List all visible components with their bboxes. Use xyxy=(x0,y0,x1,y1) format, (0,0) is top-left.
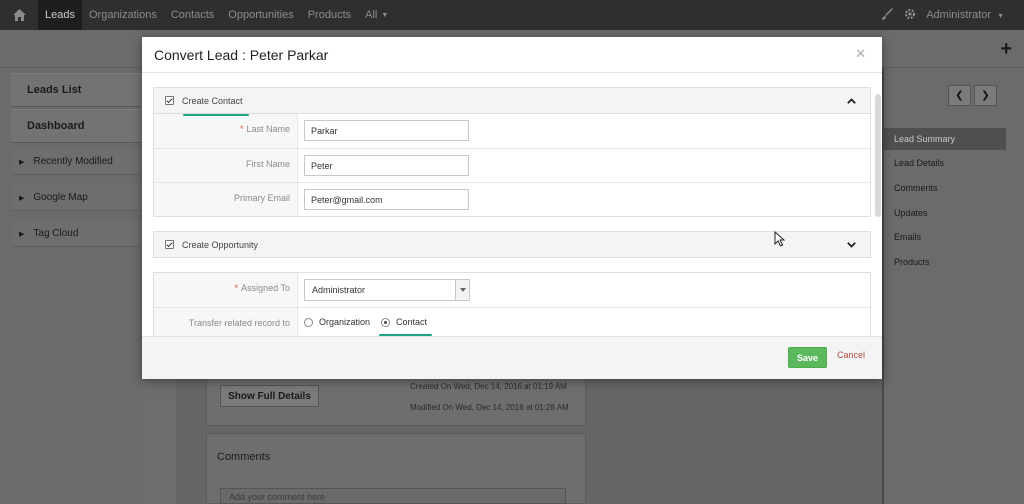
close-icon[interactable]: ✕ xyxy=(855,46,866,62)
field-row-last-name: * Last Name Parkar xyxy=(154,114,870,148)
modal-footer: Save Cancel xyxy=(142,336,882,379)
plus-icon[interactable]: + xyxy=(1000,38,1012,61)
convert-lead-modal: Convert Lead : Peter Parkar ✕ Create Con… xyxy=(142,37,882,379)
created-on-text: Created On Wed, Dec 14, 2016 at 01:19 AM xyxy=(410,382,567,391)
top-navigation: Leads Organizations Contacts Opportuniti… xyxy=(0,0,1024,30)
sidebar-leads-list[interactable]: Leads List xyxy=(11,73,142,107)
comments-title: Comments xyxy=(217,451,271,463)
sidebar-dashboard[interactable]: Dashboard xyxy=(11,109,142,143)
assigned-to-select[interactable]: Administrator xyxy=(304,279,470,301)
gear-icon[interactable] xyxy=(904,8,916,23)
nav-organizations[interactable]: Organizations xyxy=(82,0,164,30)
create-opportunity-checkbox[interactable] xyxy=(165,240,174,249)
record-pager: ❮ ❯ xyxy=(948,85,997,106)
primary-email-label: Primary Email xyxy=(154,183,298,216)
caret-right-icon: ▶ xyxy=(19,230,25,238)
organization-radio[interactable] xyxy=(304,317,313,327)
cancel-link[interactable]: Cancel xyxy=(837,350,865,360)
last-name-input[interactable]: Parkar xyxy=(304,120,469,141)
chevron-down-icon: ▼ xyxy=(381,11,389,19)
field-row-primary-email: Primary Email Peter@gmail.com xyxy=(154,182,870,216)
nav-all[interactable]: All ▼ xyxy=(358,0,395,30)
contact-radio[interactable] xyxy=(381,317,391,327)
mouse-cursor-icon xyxy=(774,230,786,250)
show-full-details-button[interactable]: Show Full Details xyxy=(220,385,319,407)
caret-right-icon: ▶ xyxy=(19,158,25,166)
widget-label: Google Map xyxy=(33,192,88,203)
right-panel-products[interactable]: Products xyxy=(884,251,1006,273)
highlight-underline-create-contact xyxy=(183,114,249,116)
nav-products[interactable]: Products xyxy=(301,0,358,30)
assigned-to-label: * Assigned To xyxy=(154,273,298,307)
next-record-button[interactable]: ❯ xyxy=(974,85,997,106)
field-row-transfer: Transfer related record to Organization … xyxy=(154,307,870,336)
primary-email-input[interactable]: Peter@gmail.com xyxy=(304,189,469,210)
home-icon[interactable] xyxy=(0,0,38,30)
sidebar-widget-google-map[interactable]: ▶ Google Map xyxy=(11,185,142,211)
user-menu[interactable]: Administrator ▼ xyxy=(926,9,1004,21)
nav-right: Administrator ▼ xyxy=(882,0,1004,30)
assigned-to-label-text: Assigned To xyxy=(241,283,290,293)
chevron-down-icon xyxy=(455,280,469,300)
required-marker: * xyxy=(234,283,239,293)
first-name-input[interactable]: Peter xyxy=(304,155,469,176)
previous-record-button[interactable]: ❮ xyxy=(948,85,971,106)
chevron-up-icon[interactable] xyxy=(843,94,859,108)
last-name-label-text: Last Name xyxy=(246,124,290,134)
first-name-label: First Name xyxy=(154,149,298,182)
create-opportunity-header[interactable]: Create Opportunity xyxy=(153,231,871,258)
right-panel-lead-summary[interactable]: Lead Summary xyxy=(884,128,1006,150)
chevron-down-icon[interactable] xyxy=(843,238,859,252)
modal-scrollbar[interactable] xyxy=(875,94,881,217)
save-button[interactable]: Save xyxy=(788,347,827,368)
field-row-assigned-to: * Assigned To Administrator xyxy=(154,273,870,307)
caret-right-icon: ▶ xyxy=(19,194,25,202)
nav-contacts[interactable]: Contacts xyxy=(164,0,221,30)
transfer-radio-group: Organization Contact xyxy=(304,317,438,327)
required-marker: * xyxy=(239,124,244,134)
nav-all-label: All xyxy=(365,9,378,21)
nav-leads[interactable]: Leads xyxy=(38,0,82,30)
assigned-to-value: Administrator xyxy=(312,285,366,295)
field-row-first-name: First Name Peter xyxy=(154,148,870,182)
modal-title: Convert Lead : Peter Parkar xyxy=(154,47,329,63)
modal-body: Create Contact * Last Name Parkar First N… xyxy=(142,74,882,336)
highlight-underline-contact xyxy=(379,334,432,336)
contact-radio-label[interactable]: Contact xyxy=(396,317,427,327)
nav-opportunities[interactable]: Opportunities xyxy=(221,0,300,30)
brush-icon[interactable] xyxy=(882,7,894,23)
modified-on-text: Modified On Wed, Dec 14, 2016 at 01:28 A… xyxy=(410,403,569,412)
chevron-down-icon: ▼ xyxy=(997,13,1004,20)
create-contact-label: Create Contact xyxy=(182,95,243,106)
right-panel-lead-details[interactable]: Lead Details xyxy=(884,152,1006,174)
right-panel-updates[interactable]: Updates xyxy=(884,202,1006,224)
chevron-right-icon: ❯ xyxy=(981,90,990,101)
sidebar-widget-tag-cloud[interactable]: ▶ Tag Cloud xyxy=(11,221,142,247)
chevron-left-icon: ❮ xyxy=(955,90,964,101)
right-panel-comments[interactable]: Comments xyxy=(884,177,1006,199)
transfer-label: Transfer related record to xyxy=(154,308,298,336)
create-contact-checkbox[interactable] xyxy=(165,96,174,105)
comment-input[interactable]: Add your comment here xyxy=(220,488,566,504)
modal-header: Convert Lead : Peter Parkar ✕ xyxy=(142,37,882,73)
widget-label: Tag Cloud xyxy=(33,228,79,239)
organization-radio-label[interactable]: Organization xyxy=(319,317,370,327)
widget-label: Recently Modified xyxy=(33,156,113,167)
last-name-label: * Last Name xyxy=(154,114,298,148)
create-opportunity-label: Create Opportunity xyxy=(182,239,259,250)
create-contact-header[interactable]: Create Contact xyxy=(153,87,871,114)
contact-fields-table: * Last Name Parkar First Name Peter Prima… xyxy=(153,114,871,217)
assignment-fields-table: * Assigned To Administrator Transfer rela… xyxy=(153,272,871,336)
sidebar-widget-recently-modified[interactable]: ▶ Recently Modified xyxy=(11,149,142,175)
right-panel-emails[interactable]: Emails xyxy=(884,226,1006,248)
user-name: Administrator xyxy=(926,9,991,21)
